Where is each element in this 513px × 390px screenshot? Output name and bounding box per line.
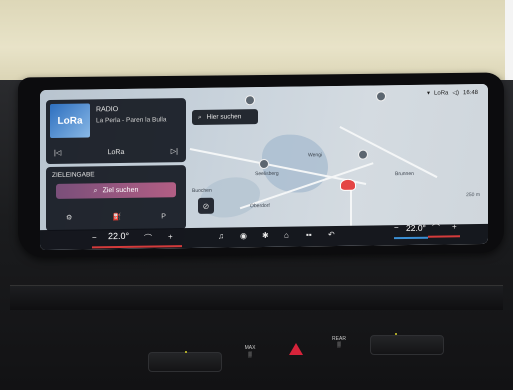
signal-icon: ▾ xyxy=(427,90,431,97)
max-defrost-label[interactable]: MAX xyxy=(241,345,259,351)
destination-title: ZIELEINGABE xyxy=(52,171,95,179)
network-label: LoRa xyxy=(434,89,449,97)
phone-icon[interactable]: ◉ xyxy=(240,231,247,240)
map-search-label: Hier suchen xyxy=(206,113,242,121)
vehicle-position-marker xyxy=(340,178,356,191)
temp-right-indicator xyxy=(394,236,428,239)
navigation-compass-button[interactable]: ⊘ xyxy=(198,197,214,214)
temp-right-indicator xyxy=(428,235,460,238)
temp-left-value[interactable]: 22.0° xyxy=(108,231,129,241)
media-source: RADIO xyxy=(96,106,119,114)
rear-defrost-icon: ▒ xyxy=(337,342,341,348)
route-settings-icon[interactable]: ⚙ xyxy=(66,214,72,222)
parking-shortcut[interactable]: P xyxy=(161,213,166,220)
map-scale: 250 m xyxy=(466,191,480,199)
temp-left-indicator xyxy=(92,245,182,248)
destination-search-label: Ziel suchen xyxy=(102,186,139,195)
left-climate-slider[interactable] xyxy=(148,352,222,372)
skip-forward-icon[interactable]: ▷| xyxy=(171,147,178,155)
media-controls: |◁ LoRa ▷| xyxy=(46,143,186,161)
status-bar: ▾ LoRa ◁) 16:48 xyxy=(427,89,478,97)
map-place-label: Seelisberg xyxy=(255,170,279,178)
temp-left-plus-button[interactable]: + xyxy=(168,232,173,241)
defrost-icon: ▒ xyxy=(248,352,252,358)
temp-right-value[interactable]: 22.0° xyxy=(406,223,426,233)
hazard-button[interactable] xyxy=(289,343,303,355)
music-icon[interactable]: ♫ xyxy=(218,232,224,241)
station-name: LoRa xyxy=(107,148,125,156)
media-track-title: La Perla - Paren la Bulla xyxy=(96,116,167,125)
map-place-label: Buochen xyxy=(192,187,212,195)
map-search-button[interactable]: ⌕ Hier suchen xyxy=(192,109,258,126)
home-icon[interactable]: ⌂ xyxy=(284,231,289,240)
map-place-label: Brunnen xyxy=(395,170,414,178)
apps-icon[interactable]: ▪▪ xyxy=(306,230,312,239)
map-place-label: Oberdorf xyxy=(250,202,270,210)
volume-icon: ◁) xyxy=(452,90,459,97)
temp-right-plus-button[interactable]: + xyxy=(452,222,457,231)
indicator-led xyxy=(185,351,187,353)
temp-left-minus-button[interactable]: − xyxy=(92,233,97,242)
dashboard-trim xyxy=(10,285,503,310)
map-place-label: Wengi xyxy=(308,152,323,159)
seat-heat-right-icon[interactable]: ⌒ xyxy=(432,223,440,234)
map-poi-pin[interactable] xyxy=(245,95,255,106)
destination-shortcuts: ⚙ ⛽ P xyxy=(46,207,186,227)
station-logo: LoRa xyxy=(50,103,90,138)
compass-icon: ⊘ xyxy=(202,201,210,211)
right-climate-slider[interactable] xyxy=(370,335,444,355)
fan-icon[interactable]: ✱ xyxy=(262,231,269,240)
search-icon: ⌕ xyxy=(198,113,202,121)
destination-search-button[interactable]: ⌕ Ziel suchen xyxy=(56,182,176,199)
destination-widget[interactable]: ZIELEINGABE ⌕ Ziel suchen ⚙ ⛽ P xyxy=(46,165,186,232)
indicator-led xyxy=(395,333,397,335)
photo-scene: Buochen Wengi Oberdorf Seelisberg Brunne… xyxy=(0,0,513,390)
media-widget[interactable]: LoRa RADIO La Perla - Paren la Bulla |◁ … xyxy=(46,98,186,165)
back-icon[interactable]: ↶ xyxy=(328,230,335,239)
temp-right-minus-button[interactable]: − xyxy=(394,223,399,232)
fuel-station-icon[interactable]: ⛽ xyxy=(112,213,121,221)
skip-back-icon[interactable]: |◁ xyxy=(54,149,61,157)
clock: 16:48 xyxy=(462,89,478,96)
map-poi-pin[interactable] xyxy=(358,149,368,160)
infotainment-screen: Buochen Wengi Oberdorf Seelisberg Brunne… xyxy=(40,83,488,251)
seat-heat-left-icon[interactable]: ⌒ xyxy=(144,233,152,244)
map-road xyxy=(350,185,352,226)
search-icon: ⌕ xyxy=(93,186,98,194)
map-poi-pin[interactable] xyxy=(376,91,386,102)
